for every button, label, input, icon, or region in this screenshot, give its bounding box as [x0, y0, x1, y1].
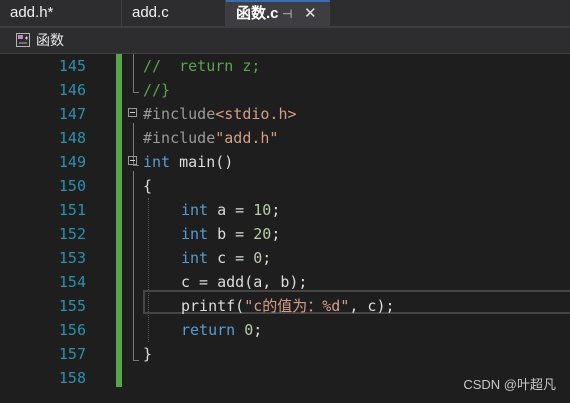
tab-label: 函数.c	[236, 5, 279, 22]
code-text[interactable]: int a = 10;	[181, 198, 280, 222]
line-number: 145	[58, 57, 86, 75]
line-number: 146	[58, 81, 86, 99]
line-number: 150	[58, 177, 86, 195]
tab-label: add.h*	[10, 4, 54, 21]
code-line: 145 // return z;	[0, 54, 570, 78]
code-line: 152 int b = 20;	[0, 222, 570, 246]
code-line: 153 int c = 0;	[0, 246, 570, 270]
line-number: 147	[58, 105, 86, 123]
watermark: CSDN @叶超凡	[463, 377, 556, 392]
code-text[interactable]: #include"add.h"	[143, 126, 278, 150]
code-text[interactable]: printf("c的值为：%d", c);	[181, 294, 395, 318]
code-text[interactable]: return 0;	[181, 318, 262, 342]
code-line: 147 #include<stdio.h>	[0, 102, 570, 126]
code-text[interactable]: // return z;	[143, 54, 260, 78]
code-line: 151 int a = 10;	[0, 198, 570, 222]
code-text[interactable]: }	[143, 342, 152, 366]
document-tab-bar: add.h* add.c 函数.c ⊣ ✕	[0, 0, 570, 26]
line-number: 153	[58, 249, 86, 267]
code-text[interactable]: int b = 20;	[181, 222, 280, 246]
line-number: 156	[58, 321, 86, 339]
code-text[interactable]: int c = 0;	[181, 246, 271, 270]
code-line: 155 printf("c的值为：%d", c);	[0, 294, 570, 318]
code-text[interactable]: c = add(a, b);	[181, 270, 307, 294]
line-number: 158	[58, 369, 86, 387]
function-scope-icon	[16, 33, 30, 47]
line-number: 151	[58, 201, 86, 219]
line-number: 152	[58, 225, 86, 243]
code-text[interactable]: {	[143, 174, 152, 198]
line-number: 148	[58, 129, 86, 147]
code-line: 157 }	[0, 342, 570, 366]
pin-icon[interactable]: ⊣	[282, 2, 292, 26]
line-number: 157	[58, 345, 86, 363]
code-line: 148 #include"add.h"	[0, 126, 570, 150]
line-number: 155	[58, 297, 86, 315]
code-text[interactable]: #include<stdio.h>	[143, 102, 297, 126]
close-icon[interactable]: ✕	[304, 2, 317, 26]
code-line: 154 c = add(a, b);	[0, 270, 570, 294]
line-number: 149	[58, 153, 86, 171]
collapse-toggle[interactable]	[128, 156, 137, 165]
tab-hanshu-c[interactable]: 函数.c ⊣ ✕	[226, 0, 330, 26]
code-editor[interactable]: 145 // return z; 146 //} 147 #include<st…	[0, 54, 570, 403]
tab-add-c[interactable]: add.c	[122, 0, 226, 26]
collapse-toggle[interactable]	[128, 108, 137, 117]
navigation-bar[interactable]: 函数	[0, 28, 570, 54]
code-text[interactable]: int main()	[143, 150, 233, 174]
code-text[interactable]: //}	[143, 78, 170, 102]
code-line: 146 //}	[0, 78, 570, 102]
code-line: 150 {	[0, 174, 570, 198]
tab-label: add.c	[132, 4, 169, 21]
code-line: 149 int main()	[0, 150, 570, 174]
tab-add-h[interactable]: add.h*	[0, 0, 122, 26]
code-line: 156 return 0;	[0, 318, 570, 342]
scope-label: 函数	[36, 32, 64, 48]
line-number: 154	[58, 273, 86, 291]
